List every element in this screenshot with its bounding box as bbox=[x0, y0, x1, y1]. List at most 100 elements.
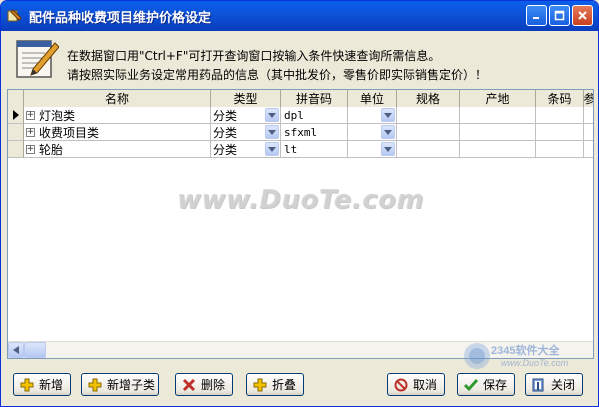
origin-cell[interactable] bbox=[460, 141, 536, 158]
table-row[interactable]: + 轮胎 分类 lt bbox=[8, 141, 593, 158]
unit-select[interactable] bbox=[348, 124, 397, 141]
column-header-origin[interactable]: 产地 bbox=[460, 90, 536, 107]
spec-cell[interactable] bbox=[397, 107, 460, 124]
expand-icon[interactable]: + bbox=[26, 110, 35, 120]
chevron-down-icon bbox=[384, 112, 392, 118]
corner-logo-text: 2345软件大全 bbox=[491, 343, 560, 357]
chevron-down-icon bbox=[384, 146, 392, 152]
type-select[interactable]: 分类 bbox=[211, 107, 281, 124]
delete-button-label: 删除 bbox=[201, 378, 226, 392]
watermark: www.DuoTe.com bbox=[177, 185, 424, 215]
table-row[interactable]: + 收费项目类 分类 sfxml bbox=[8, 124, 593, 141]
type-dropdown-button[interactable] bbox=[265, 108, 279, 122]
column-header-spec[interactable]: 规格 bbox=[397, 90, 460, 107]
info-line-2: 请按照实际业务设定常用药品的信息（其中批发价，零售价即实际销售定价）！ bbox=[67, 68, 488, 82]
save-button[interactable]: 保存 bbox=[457, 373, 515, 396]
main-window: 配件品种收费项目维护价格设定 在数据窗口用"Ctrl+F"可打开查询窗口按输入条… bbox=[0, 0, 599, 407]
maximize-button[interactable] bbox=[549, 5, 570, 26]
column-header-type[interactable]: 类型 bbox=[211, 90, 281, 107]
ref-cell[interactable] bbox=[584, 107, 593, 124]
spec-cell[interactable] bbox=[397, 141, 460, 158]
origin-cell[interactable] bbox=[460, 124, 536, 141]
pinyin-cell[interactable]: sfxml bbox=[281, 124, 348, 141]
type-select[interactable]: 分类 bbox=[211, 124, 281, 141]
notepad-pen-icon bbox=[16, 40, 59, 78]
row-indicator bbox=[8, 124, 24, 141]
corner-logo-url: www.DuoTe.com bbox=[501, 358, 569, 368]
chevron-down-icon bbox=[268, 146, 276, 152]
current-row-indicator bbox=[8, 107, 24, 124]
origin-cell[interactable] bbox=[460, 107, 536, 124]
checkmark-icon bbox=[463, 377, 479, 393]
cancel-button-label: 取消 bbox=[413, 378, 438, 392]
collapse-button-label: 折叠 bbox=[272, 378, 297, 392]
unit-dropdown-button[interactable] bbox=[381, 125, 395, 139]
column-header-barcode[interactable]: 条码 bbox=[536, 90, 584, 107]
column-header-ref[interactable]: 参 bbox=[584, 90, 593, 107]
row-type: 分类 bbox=[213, 108, 238, 123]
type-dropdown-button[interactable] bbox=[265, 142, 279, 156]
window-title: 配件品种收费项目维护价格设定 bbox=[29, 10, 212, 26]
unit-dropdown-button[interactable] bbox=[381, 142, 395, 156]
column-header-pinyin[interactable]: 拼音码 bbox=[281, 90, 348, 107]
plus-icon bbox=[19, 377, 35, 393]
name-cell[interactable]: + 收费项目类 bbox=[24, 124, 211, 141]
scroll-left-button[interactable] bbox=[8, 342, 24, 358]
plus-icon bbox=[252, 377, 268, 393]
pinyin-cell[interactable]: lt bbox=[281, 141, 348, 158]
pinyin-cell[interactable]: dpl bbox=[281, 107, 348, 124]
name-cell[interactable]: + 轮胎 bbox=[24, 141, 211, 158]
column-header-unit[interactable]: 单位 bbox=[348, 90, 397, 107]
barcode-cell[interactable] bbox=[536, 124, 584, 141]
barcode-cell[interactable] bbox=[536, 141, 584, 158]
add-child-button-label: 新增子类 bbox=[107, 378, 156, 392]
chevron-down-icon bbox=[268, 129, 276, 135]
unit-dropdown-button[interactable] bbox=[381, 108, 395, 122]
cancel-button[interactable]: 取消 bbox=[387, 373, 445, 396]
row-name: 轮胎 bbox=[39, 142, 64, 157]
data-grid[interactable]: 名称 类型 拼音码 单位 规格 产地 条码 参 + 灯泡类 分类 dpl bbox=[7, 89, 594, 359]
ref-cell[interactable] bbox=[584, 124, 593, 141]
info-line-1: 在数据窗口用"Ctrl+F"可打开查询窗口按输入条件快速查询所需信息。 bbox=[67, 49, 441, 63]
add-child-button[interactable]: 新增子类 bbox=[81, 373, 159, 396]
unit-select[interactable] bbox=[348, 107, 397, 124]
delete-button[interactable]: 删除 bbox=[175, 373, 233, 396]
spec-cell[interactable] bbox=[397, 124, 460, 141]
type-select[interactable]: 分类 bbox=[211, 141, 281, 158]
close-button-label: 关闭 bbox=[551, 378, 576, 392]
collapse-button[interactable]: 折叠 bbox=[246, 373, 304, 396]
row-type: 分类 bbox=[213, 125, 238, 140]
type-dropdown-button[interactable] bbox=[265, 125, 279, 139]
close-window-button[interactable] bbox=[572, 5, 593, 26]
minimize-icon bbox=[533, 17, 539, 19]
scroll-thumb[interactable] bbox=[24, 342, 46, 358]
row-type: 分类 bbox=[213, 142, 238, 157]
title-bar[interactable]: 配件品种收费项目维护价格设定 bbox=[1, 1, 598, 31]
name-cell[interactable]: + 灯泡类 bbox=[24, 107, 211, 124]
corner-logo: 2345软件大全 www.DuoTe.com bbox=[464, 343, 569, 369]
minimize-button[interactable] bbox=[526, 5, 547, 26]
unit-select[interactable] bbox=[348, 141, 397, 158]
expand-icon[interactable]: + bbox=[26, 144, 35, 154]
column-header-name[interactable]: 名称 bbox=[24, 90, 211, 107]
chevron-down-icon bbox=[268, 112, 276, 118]
exit-door-icon bbox=[531, 377, 547, 393]
add-button[interactable]: 新增 bbox=[13, 373, 71, 396]
app-icon bbox=[7, 8, 23, 24]
plus-icon bbox=[87, 377, 103, 393]
row-name: 收费项目类 bbox=[39, 125, 100, 140]
arrow-left-icon bbox=[13, 346, 19, 354]
chevron-down-icon bbox=[384, 129, 392, 135]
table-row[interactable]: + 灯泡类 分类 dpl bbox=[8, 107, 593, 124]
grid-header: 名称 类型 拼音码 单位 规格 产地 条码 参 bbox=[8, 90, 593, 108]
delete-x-icon bbox=[181, 377, 197, 393]
close-button[interactable]: 关闭 bbox=[525, 373, 583, 396]
expand-icon[interactable]: + bbox=[26, 127, 35, 137]
maximize-icon bbox=[554, 10, 565, 21]
ref-cell[interactable] bbox=[584, 141, 593, 158]
header-indicator bbox=[8, 90, 24, 107]
add-button-label: 新增 bbox=[39, 378, 64, 392]
row-indicator bbox=[8, 141, 24, 158]
barcode-cell[interactable] bbox=[536, 107, 584, 124]
close-icon bbox=[578, 11, 587, 20]
